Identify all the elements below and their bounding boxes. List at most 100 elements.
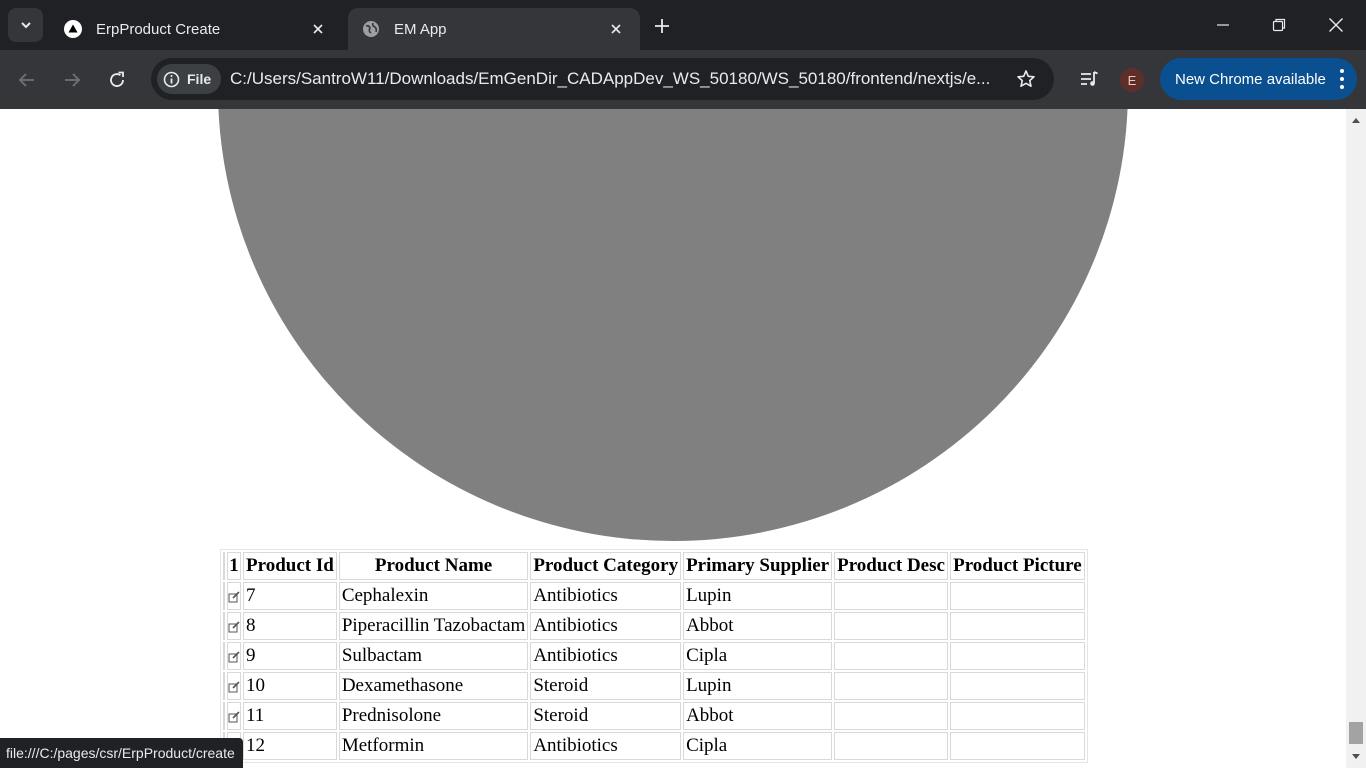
column-header-product-picture: Product Picture	[950, 552, 1085, 580]
cell-primary-supplier: Abbot	[683, 702, 833, 730]
cell-product-picture	[950, 702, 1085, 730]
edit-button[interactable]	[227, 672, 241, 700]
restore-icon	[1272, 18, 1286, 32]
tab-erpproduct-create[interactable]: ErpProduct Create	[50, 8, 342, 50]
cell-product-id: 7	[243, 582, 337, 610]
table-row: 7 Cephalexin Antibiotics Lupin	[223, 582, 1085, 610]
plus-icon	[655, 19, 669, 33]
table-header-row: 1 Product Id Product Name Product Catego…	[223, 552, 1085, 580]
cell-product-category: Steroid	[530, 672, 682, 700]
more-vert-icon[interactable]	[1339, 69, 1345, 89]
row-blank-cell	[223, 582, 225, 610]
chevron-down-icon	[20, 22, 31, 29]
cell-product-picture	[950, 612, 1085, 640]
row-blank-cell	[223, 702, 225, 730]
cell-product-id: 8	[243, 612, 337, 640]
cell-product-name: Metformin	[338, 732, 529, 760]
edit-icon	[228, 651, 240, 663]
tab-title: ErpProduct Create	[96, 20, 221, 38]
chrome-update-button[interactable]: New Chrome available	[1160, 58, 1357, 100]
cell-product-category: Steroid	[530, 702, 682, 730]
cell-product-id: 9	[243, 642, 337, 670]
header-blank-cell	[223, 552, 225, 580]
scrollbar-thumb[interactable]	[1349, 722, 1363, 744]
cell-primary-supplier: Cipla	[683, 732, 833, 760]
arrow-right-icon	[65, 73, 81, 87]
back-button[interactable]	[11, 64, 43, 96]
triangle-logo-icon	[64, 20, 82, 38]
url-text[interactable]: C:/Users/SantroW11/Downloads/EmGenDir_CA…	[230, 69, 1000, 89]
cell-product-id: 11	[243, 702, 337, 730]
address-bar[interactable]: File C:/Users/SantroW11/Downloads/EmGenD…	[151, 58, 1054, 100]
arrow-left-icon	[18, 73, 34, 87]
star-icon	[1017, 70, 1035, 87]
cell-product-category: Antibiotics	[530, 732, 682, 760]
edit-button[interactable]	[227, 702, 241, 730]
site-info-button[interactable]: File	[157, 64, 222, 94]
forward-button[interactable]	[56, 64, 88, 96]
vertical-scrollbar[interactable]	[1346, 109, 1366, 768]
scroll-down-arrow-icon[interactable]	[1346, 748, 1366, 766]
tab-em-app[interactable]: EM App	[348, 8, 640, 50]
media-controls-button[interactable]	[1074, 64, 1104, 94]
cell-primary-supplier: Cipla	[683, 642, 833, 670]
table-row: 9 Sulbactam Antibiotics Cipla	[223, 642, 1085, 670]
cell-product-name: Sulbactam	[338, 642, 529, 670]
edit-icon	[228, 711, 240, 723]
product-table: 1 Product Id Product Name Product Catego…	[220, 549, 1088, 763]
edit-icon	[228, 681, 240, 693]
playlist-icon	[1081, 71, 1098, 86]
globe-icon	[362, 20, 380, 38]
row-blank-cell	[223, 642, 225, 670]
cell-product-name: Dexamethasone	[338, 672, 529, 700]
cell-product-name: Cephalexin	[338, 582, 529, 610]
column-header-product-desc: Product Desc	[834, 552, 949, 580]
tab-search-button[interactable]	[8, 8, 43, 42]
close-icon[interactable]	[606, 19, 626, 39]
column-header-product-name: Product Name	[338, 552, 529, 580]
scroll-up-arrow-icon[interactable]	[1346, 111, 1366, 129]
placeholder-image-icon	[218, 109, 1128, 541]
cell-product-id: 10	[243, 672, 337, 700]
column-header-product-category: Product Category	[530, 552, 682, 580]
cell-primary-supplier: Lupin	[683, 582, 833, 610]
cell-product-picture	[950, 582, 1085, 610]
edit-button[interactable]	[227, 612, 241, 640]
table-row: 10 Dexamethasone Steroid Lupin	[223, 672, 1085, 700]
close-window-button[interactable]	[1308, 0, 1364, 50]
new-tab-button[interactable]	[648, 12, 676, 40]
edit-button[interactable]	[227, 642, 241, 670]
edit-icon	[228, 621, 240, 633]
cell-product-desc	[834, 612, 949, 640]
cell-product-picture	[950, 732, 1085, 760]
close-icon[interactable]	[308, 19, 328, 39]
cell-product-category: Antibiotics	[530, 612, 682, 640]
profile-avatar[interactable]: E	[1120, 68, 1144, 92]
bookmark-button[interactable]	[1011, 64, 1041, 94]
cell-product-desc	[834, 732, 949, 760]
cell-product-name: Piperacillin Tazobactam	[338, 612, 529, 640]
row-blank-cell	[223, 612, 225, 640]
info-icon	[163, 71, 180, 87]
cell-primary-supplier: Abbot	[683, 612, 833, 640]
cell-product-desc	[834, 702, 949, 730]
table-row: 8 Piperacillin Tazobactam Antibiotics Ab…	[223, 612, 1085, 640]
page-viewport: 1 Product Id Product Name Product Catego…	[0, 109, 1346, 768]
restore-button[interactable]	[1251, 0, 1307, 50]
minimize-button[interactable]	[1195, 0, 1251, 50]
close-icon	[1329, 18, 1343, 32]
tab-strip: ErpProduct Create EM App	[0, 0, 1366, 50]
cell-product-desc	[834, 672, 949, 700]
browser-toolbar: File C:/Users/SantroW11/Downloads/EmGenD…	[0, 50, 1366, 109]
edit-icon	[228, 591, 240, 603]
table-row: 11 Prednisolone Steroid Abbot	[223, 702, 1085, 730]
reload-button[interactable]	[101, 64, 133, 96]
column-header-product-id: Product Id	[243, 552, 337, 580]
link-status-bubble: file:///C:/pages/csr/ErpProduct/create	[0, 738, 243, 768]
minimize-icon	[1217, 24, 1229, 26]
edit-button[interactable]	[227, 582, 241, 610]
update-label: New Chrome available	[1175, 70, 1326, 88]
tab-title: EM App	[394, 20, 447, 38]
cell-product-id: 12	[243, 732, 337, 760]
cell-primary-supplier: Lupin	[683, 672, 833, 700]
